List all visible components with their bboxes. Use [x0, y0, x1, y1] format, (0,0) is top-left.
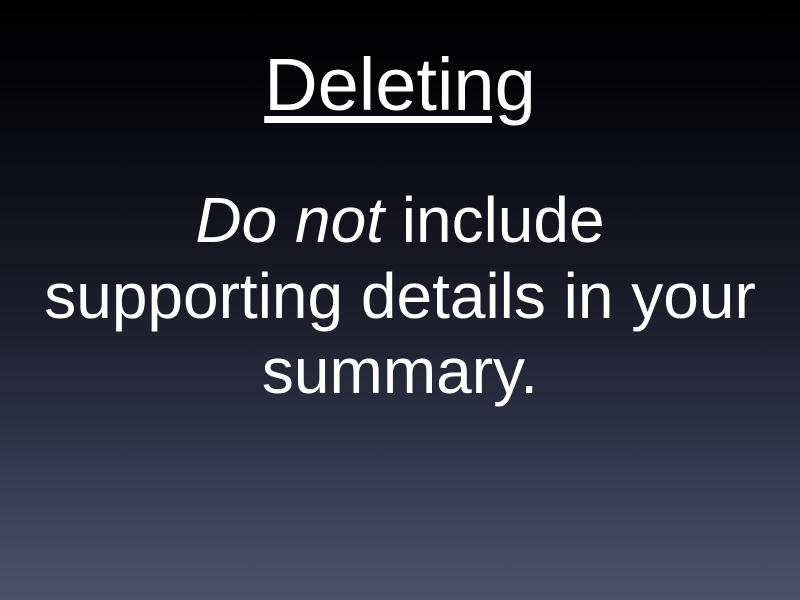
slide-title: Deleting [264, 42, 536, 127]
slide-body: Do not include supporting details in you… [0, 183, 800, 410]
slide-body-rest: include supporting details in your summa… [44, 184, 756, 407]
slide-body-emphasis: Do not [195, 184, 384, 256]
